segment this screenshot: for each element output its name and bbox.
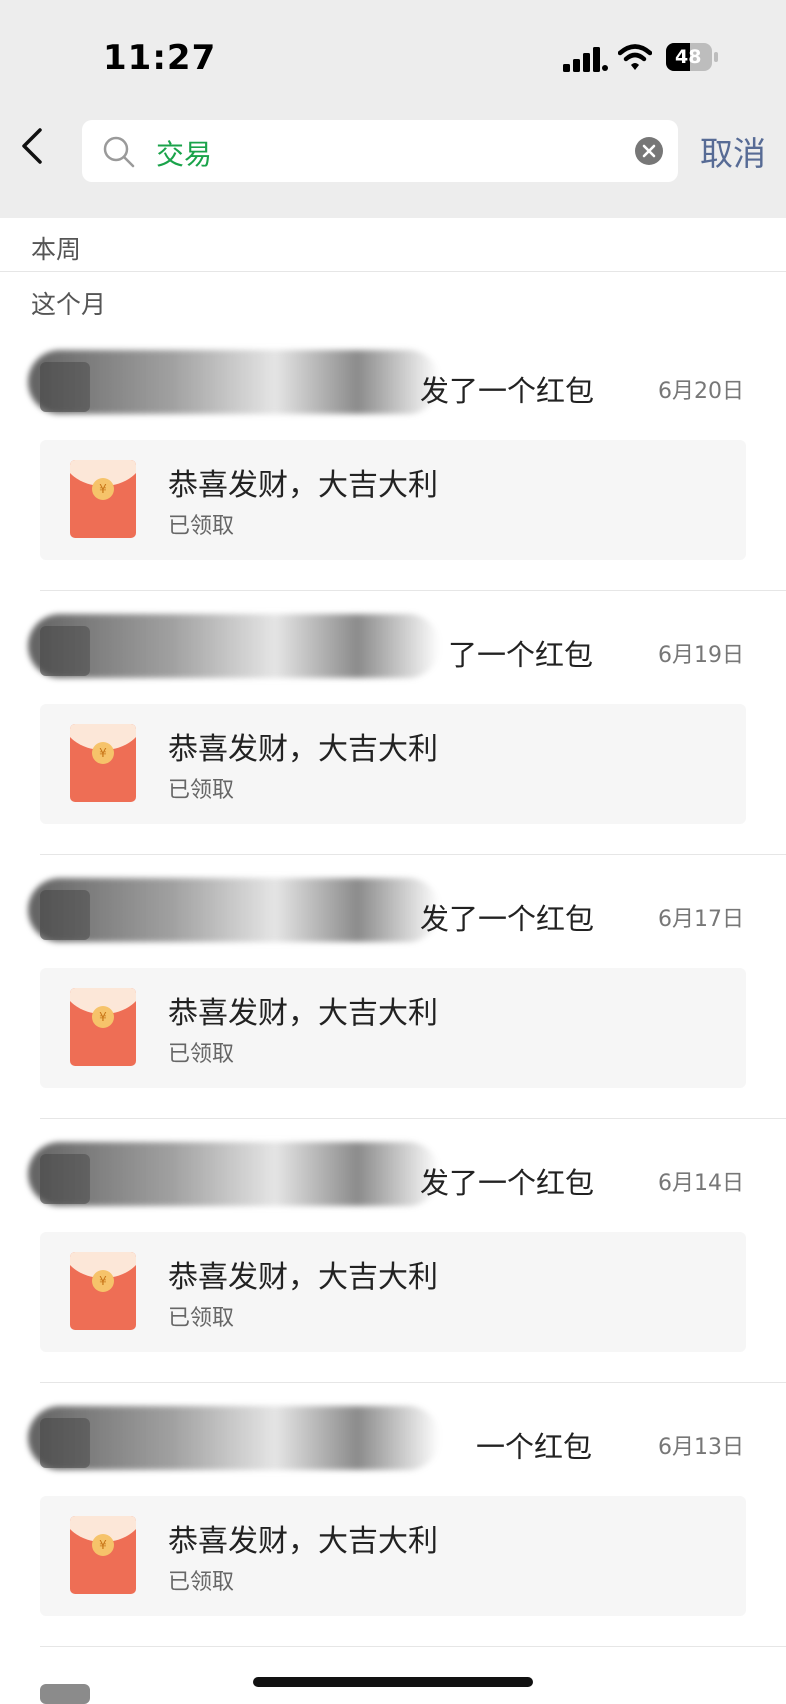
search-icon [103,136,135,168]
red-packet-greeting: 恭喜发财，大吉大利 [168,732,438,767]
search-query[interactable]: 交易 [156,133,212,173]
divider [40,854,786,855]
list-item[interactable]: 一个红包 6月13日 ¥ 恭喜发财，大吉大利 已领取 [0,1396,786,1660]
redacted-sender-name [28,614,440,678]
item-date: 6月13日 [658,1435,744,1460]
avatar [40,1684,90,1704]
clear-icon[interactable] [635,137,663,165]
status-time: 11:27 [103,38,217,78]
item-title: 发了一个红包 [420,1166,595,1200]
divider [40,590,786,591]
item-title: 了一个红包 [448,638,594,672]
item-date: 6月14日 [658,1171,744,1196]
item-title: 一个红包 [476,1430,593,1464]
item-date: 6月17日 [658,907,744,932]
item-date: 6月20日 [658,379,744,404]
item-title: 发了一个红包 [420,374,595,408]
red-packet-icon: ¥ [70,724,136,802]
item-title: 发了一个红包 [420,902,595,936]
red-packet-greeting: 恭喜发财，大吉大利 [168,1524,438,1559]
cancel-button[interactable]: 取消 [700,127,766,175]
list-item[interactable]: 了一个红包 6月19日 ¥ 恭喜发财，大吉大利 已领取 [0,604,786,868]
wifi-icon [618,44,652,70]
red-packet-status: 已领取 [168,778,235,803]
back-icon[interactable] [18,126,48,166]
divider [40,1382,786,1383]
red-packet-card[interactable]: ¥ 恭喜发财，大吉大利 已领取 [40,1232,746,1352]
redacted-sender-name [28,878,440,942]
redacted-sender-name [28,350,440,414]
red-packet-status: 已领取 [168,1306,235,1331]
red-packet-icon: ¥ [70,988,136,1066]
search-field[interactable]: 交易 [82,120,678,182]
divider [0,271,786,272]
red-packet-icon: ¥ [70,460,136,538]
redacted-sender-name [28,1142,440,1206]
list-item[interactable]: 发了一个红包 6月17日 ¥ 恭喜发财，大吉大利 已领取 [0,868,786,1132]
red-packet-greeting: 恭喜发财，大吉大利 [168,468,438,503]
red-packet-status: 已领取 [168,1570,235,1595]
red-packet-icon: ¥ [70,1516,136,1594]
list-item[interactable]: 发了一个红包 6月20日 ¥ 恭喜发财，大吉大利 已领取 [0,340,786,604]
section-this-week: 本周 [31,235,82,264]
red-packet-card[interactable]: ¥ 恭喜发财，大吉大利 已领取 [40,968,746,1088]
item-date: 6月19日 [658,643,744,668]
red-packet-card[interactable]: ¥ 恭喜发财，大吉大利 已领取 [40,1496,746,1616]
section-this-month: 这个月 [31,290,107,319]
battery-level: 48 [675,46,702,68]
battery-indicator: 48 [666,43,718,71]
divider [40,1646,786,1647]
red-packet-card[interactable]: ¥ 恭喜发财，大吉大利 已领取 [40,440,746,560]
red-packet-greeting: 恭喜发财，大吉大利 [168,1260,438,1295]
redacted-sender-name [28,1406,440,1470]
red-packet-greeting: 恭喜发财，大吉大利 [168,996,438,1031]
red-packet-icon: ¥ [70,1252,136,1330]
red-packet-card[interactable]: ¥ 恭喜发财，大吉大利 已领取 [40,704,746,824]
red-packet-status: 已领取 [168,514,235,539]
home-indicator [253,1677,533,1687]
divider [40,1118,786,1119]
list-item[interactable]: 发了一个红包 6月14日 ¥ 恭喜发财，大吉大利 已领取 [0,1132,786,1396]
red-packet-status: 已领取 [168,1042,235,1067]
cellular-signal-icon [563,47,608,72]
top-bar: 11:27 48 交易 取消 [0,0,786,218]
